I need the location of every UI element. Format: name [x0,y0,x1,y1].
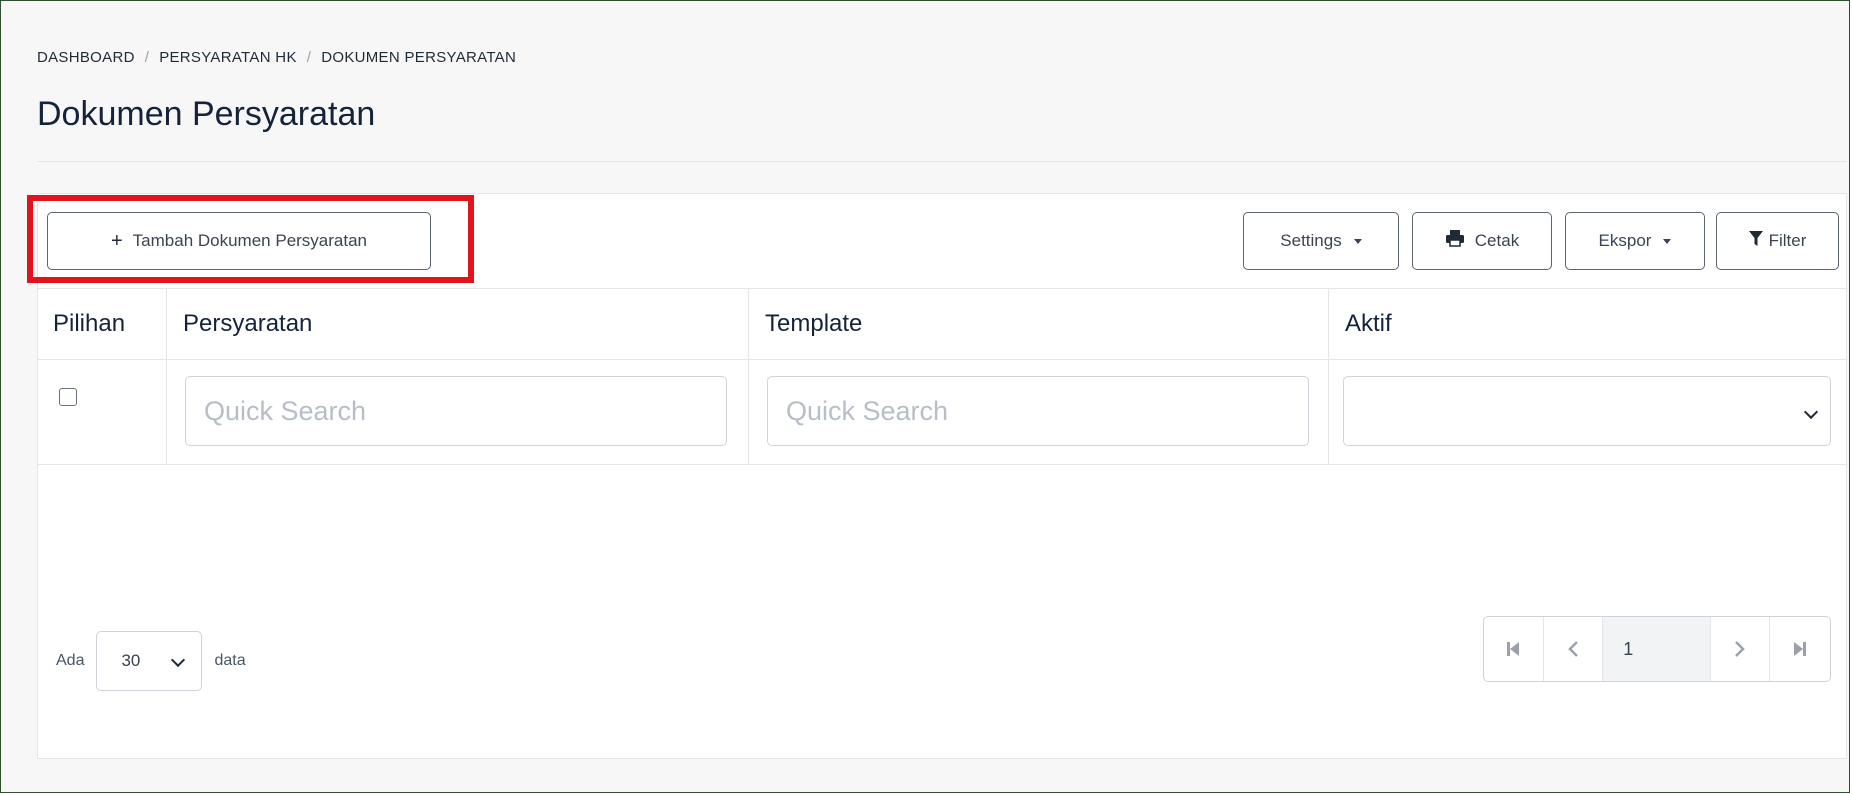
last-page-button[interactable] [1770,617,1830,681]
aktif-filter-cell [1329,360,1847,464]
per-page-value: 30 [121,651,141,670]
caret-down-icon [1663,238,1672,244]
page-frame: DASHBOARD / PERSYARATAN HK / DOKUMEN PER… [0,0,1850,793]
template-filter-cell: Quick Search [749,360,1329,464]
column-header-template[interactable]: Template [749,289,1329,359]
caret-down-icon [1353,238,1362,244]
chevron-right-icon [1735,641,1745,657]
settings-button[interactable]: Settings [1243,212,1399,270]
print-button[interactable]: Cetak [1412,212,1552,270]
breadcrumb-persyaratan-hk[interactable]: PERSYARATAN HK [159,49,297,66]
title-divider [37,161,1847,162]
persyaratan-search-input[interactable]: Quick Search [185,376,727,446]
per-page-control: Ada 30 data [56,631,246,691]
export-label: Ekspor [1598,231,1652,250]
printer-icon [1445,229,1465,253]
select-all-cell [37,360,167,464]
column-header-aktif[interactable]: Aktif [1329,289,1847,359]
filter-icon [1748,230,1763,253]
first-page-icon [1507,642,1520,656]
filter-row: Quick Search Quick Search [37,360,1847,465]
chevron-left-icon [1568,641,1578,657]
filter-button[interactable]: Filter [1716,212,1839,270]
next-page-button[interactable] [1711,617,1771,681]
per-page-select[interactable]: 30 [96,631,203,691]
current-page-input[interactable]: 1 [1603,617,1711,681]
breadcrumb-separator: / [144,49,150,66]
select-all-checkbox[interactable] [59,388,77,406]
table-header: Pilihan Persyaratan Template Aktif [37,288,1847,360]
print-label: Cetak [1474,231,1520,250]
per-page-prefix: Ada [56,652,85,669]
persyaratan-filter-cell: Quick Search [167,360,749,464]
breadcrumb-dashboard[interactable]: DASHBOARD [37,49,135,66]
column-header-pilihan[interactable]: Pilihan [37,289,167,359]
prev-page-button[interactable] [1544,617,1604,681]
highlight-annotation [27,195,474,283]
export-button[interactable]: Ekspor [1565,212,1705,270]
chevron-down-icon [1803,404,1819,420]
chevron-down-icon [171,652,186,668]
data-table: Pilihan Persyaratan Template Aktif Quick… [37,288,1847,465]
last-page-icon [1794,642,1807,656]
breadcrumb-separator: / [306,49,312,66]
breadcrumb: DASHBOARD / PERSYARATAN HK / DOKUMEN PER… [37,49,516,66]
per-page-suffix: data [214,652,246,669]
aktif-select[interactable] [1343,376,1831,446]
first-page-button[interactable] [1484,617,1544,681]
page-title: Dokumen Persyaratan [37,95,376,133]
template-search-input[interactable]: Quick Search [767,376,1309,446]
breadcrumb-dokumen-persyaratan: DOKUMEN PERSYARATAN [321,49,517,66]
pagination: 1 [1483,616,1831,682]
column-header-persyaratan[interactable]: Persyaratan [167,289,749,359]
settings-label: Settings [1280,231,1342,250]
filter-label: Filter [1768,231,1807,250]
